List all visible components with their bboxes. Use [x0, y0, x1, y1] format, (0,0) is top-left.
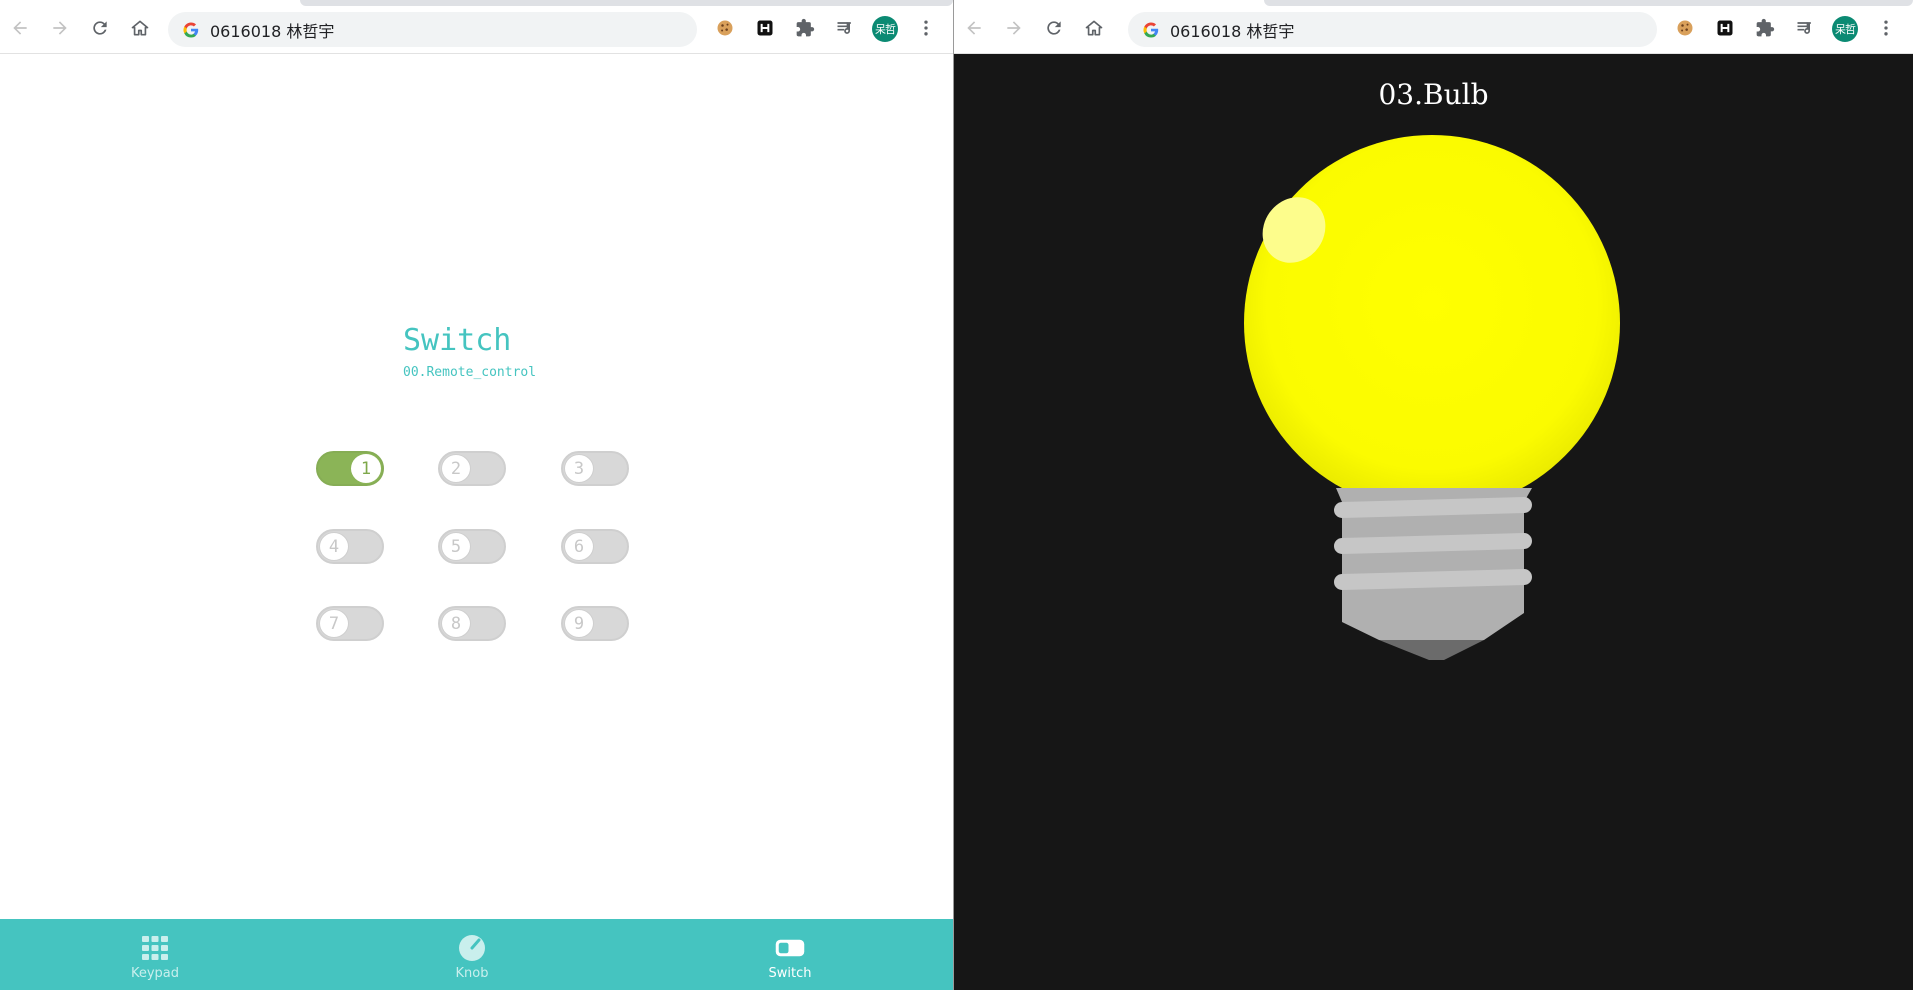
extensions-button[interactable]: [791, 14, 819, 42]
tab-strip: [0, 0, 953, 8]
playlist-icon: [1797, 22, 1811, 34]
back-arrow-icon: [967, 21, 981, 35]
bottom-navigation: Keypad Knob Switch: [0, 919, 953, 990]
switch-knob: 1: [351, 454, 381, 483]
bulb-page-title: 03.Bulb: [1378, 78, 1489, 111]
page-title: Switch: [403, 323, 512, 358]
reload-icon: [1047, 21, 1061, 35]
kebab-menu-icon: [1884, 20, 1888, 36]
switch-knob: 7: [319, 609, 349, 638]
nav-keypad[interactable]: Keypad: [95, 919, 215, 990]
forward-arrow-icon: [53, 21, 67, 35]
home-button[interactable]: [126, 14, 154, 42]
nav-label: Knob: [455, 966, 489, 981]
menu-button[interactable]: [912, 14, 940, 42]
bulb-base: [1334, 488, 1532, 660]
forward-button[interactable]: [1000, 14, 1028, 42]
playlist-icon: [837, 22, 851, 34]
switch-knob: 5: [441, 532, 471, 561]
h-extension-icon: [1717, 20, 1733, 36]
switch-toggle-5[interactable]: 5: [438, 529, 506, 564]
home-icon: [131, 20, 149, 36]
nav-label: Keypad: [130, 966, 180, 981]
forward-arrow-icon: [1007, 21, 1021, 35]
google-icon: [1143, 21, 1159, 38]
puzzle-icon: [1756, 18, 1775, 37]
url-text[interactable]: 0616018 林哲宇: [1170, 18, 1294, 42]
h-extension-button[interactable]: [1711, 14, 1739, 42]
switch-knob: 9: [564, 609, 594, 638]
nav-label: Switch: [768, 966, 812, 981]
google-icon: [183, 21, 199, 38]
profile-avatar[interactable]: 呆哲: [872, 16, 898, 42]
home-icon: [1085, 20, 1103, 36]
reload-button[interactable]: [86, 14, 114, 42]
switch-icon: [775, 934, 805, 962]
switch-knob: 4: [319, 532, 349, 561]
cookie-extension-button[interactable]: [711, 14, 739, 42]
browser-toolbar: 0616018 林哲宇 呆哲: [0, 0, 953, 54]
right-browser-window: 0616018 林哲宇 呆哲 03.Bulb: [954, 0, 1913, 990]
switch-toggle-8[interactable]: 8: [438, 606, 506, 641]
knob-icon: [457, 934, 487, 962]
tab-edge[interactable]: [1264, 0, 1913, 6]
browser-toolbar: 0616018 林哲宇 呆哲: [954, 0, 1913, 54]
page-subtitle: 00.Remote_control: [403, 365, 537, 380]
forward-button[interactable]: [46, 14, 74, 42]
switch-toggle-9[interactable]: 9: [561, 606, 629, 641]
reload-button[interactable]: [1040, 14, 1068, 42]
reload-icon: [93, 21, 107, 35]
puzzle-icon: [796, 18, 815, 37]
switch-toggle-7[interactable]: 7: [316, 606, 384, 641]
url-text[interactable]: 0616018 林哲宇: [210, 18, 334, 42]
keypad-icon: [140, 934, 170, 962]
cookie-icon: [717, 20, 733, 36]
switch-toggle-2[interactable]: 2: [438, 451, 506, 486]
switch-toggle-3[interactable]: 3: [561, 451, 629, 486]
cookie-extension-button[interactable]: [1671, 14, 1699, 42]
media-control-button[interactable]: [1791, 14, 1819, 42]
profile-avatar[interactable]: 呆哲: [1832, 16, 1858, 42]
light-bulb: [1244, 135, 1620, 660]
switch-knob: 3: [564, 454, 594, 483]
switch-knob: 8: [441, 609, 471, 638]
bulb-glass: [1244, 135, 1620, 511]
h-extension-button[interactable]: [751, 14, 779, 42]
tab-edge[interactable]: [300, 0, 953, 6]
back-button[interactable]: [6, 14, 34, 42]
switch-toggle-6[interactable]: 6: [561, 529, 629, 564]
back-button[interactable]: [960, 14, 988, 42]
h-extension-icon: [757, 20, 773, 36]
switch-toggle-1[interactable]: 1: [316, 451, 384, 486]
home-button[interactable]: [1080, 14, 1108, 42]
left-browser-window: 0616018 林哲宇 呆哲 Switch 00.Remote_control …: [0, 0, 953, 990]
address-bar[interactable]: 0616018 林哲宇: [168, 12, 697, 47]
tab-strip: [954, 0, 1913, 8]
nav-knob[interactable]: Knob: [412, 919, 532, 990]
address-bar[interactable]: 0616018 林哲宇: [1128, 12, 1657, 47]
cookie-icon: [1677, 20, 1693, 36]
switch-knob: 6: [564, 532, 594, 561]
menu-button[interactable]: [1872, 14, 1900, 42]
extensions-button[interactable]: [1751, 14, 1779, 42]
nav-switch[interactable]: Switch: [730, 919, 850, 990]
kebab-menu-icon: [924, 20, 928, 36]
media-control-button[interactable]: [831, 14, 859, 42]
back-arrow-icon: [13, 21, 27, 35]
switch-knob: 2: [441, 454, 471, 483]
switch-toggle-4[interactable]: 4: [316, 529, 384, 564]
